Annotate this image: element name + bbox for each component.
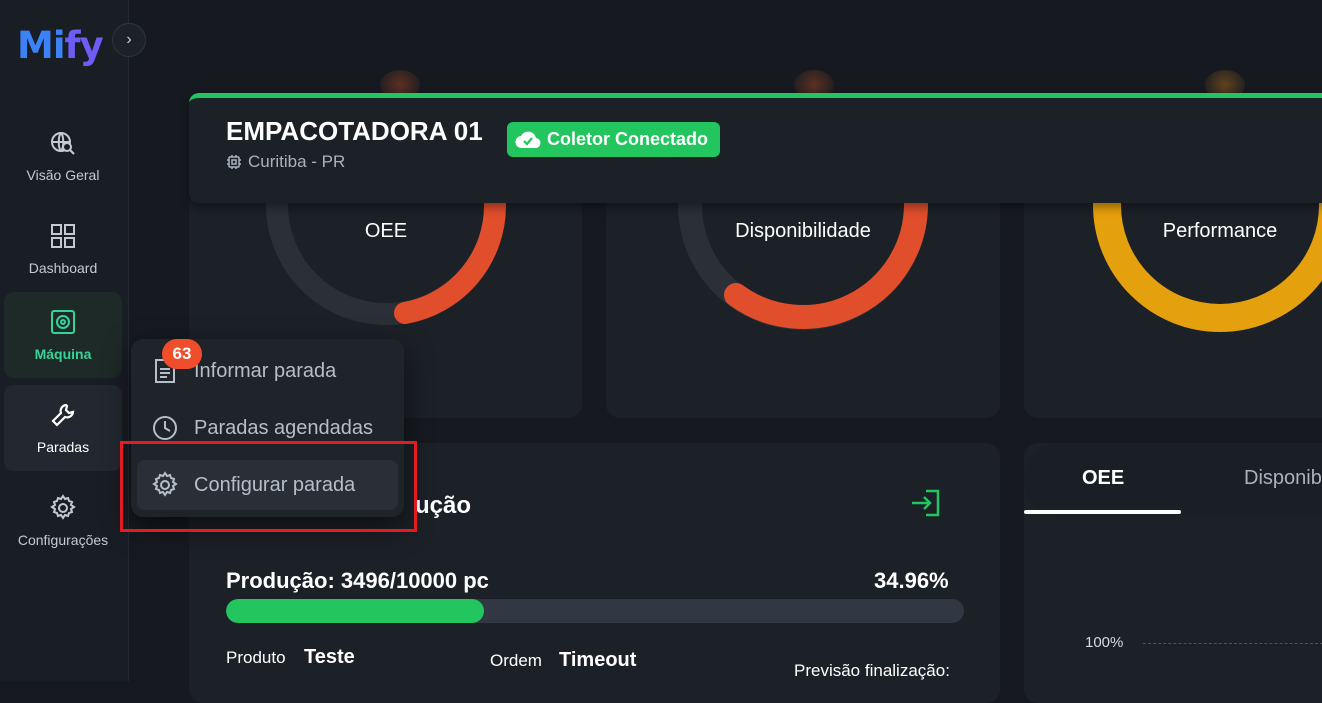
chip-icon: [227, 155, 241, 169]
top-area: [130, 0, 1322, 100]
grid-icon: [51, 224, 75, 248]
sidebar-item-label: Configurações: [17, 532, 109, 548]
globe-search-icon: [51, 132, 75, 155]
gauge-label-disponibilidade: Disponibilidade: [735, 220, 871, 242]
menu-item-label: Informar parada: [194, 359, 337, 382]
sidebar-item-label: Máquina: [34, 346, 92, 362]
y-gridline: [1143, 643, 1322, 644]
gauge-label-oee: OEE: [364, 220, 408, 242]
sidebar-item-label: Paradas: [36, 439, 90, 455]
sidebar-item-visao-geral[interactable]: Visão Geral: [4, 113, 122, 199]
mify-logo[interactable]: Mify: [17, 24, 104, 67]
status-text: Coletor Conectado: [547, 129, 709, 149]
status-badge: Coletor Conectado: [507, 122, 721, 157]
machine-name: EMPACOTADORA 01: [226, 116, 483, 146]
sidebar-item-paradas[interactable]: Paradas: [4, 385, 122, 471]
produto-label: Produto: [226, 648, 286, 667]
location-text: Curitiba - PR: [248, 152, 346, 171]
machine-header: EMPACOTADORA 01 Curitiba - PR Coletor Co…: [189, 93, 1322, 203]
ordem-value: Timeout: [559, 649, 637, 671]
production-progress-bar: [226, 599, 964, 623]
production-percent: 34.96%: [874, 568, 949, 593]
sidebar-item-label: Dashboard: [28, 260, 98, 276]
clock-icon: [153, 416, 177, 440]
gauge-label-performance: Performance: [1162, 220, 1278, 242]
produto-value: Teste: [304, 646, 355, 668]
highlight-annotation: [120, 441, 417, 532]
tab-oee[interactable]: OEE: [1082, 467, 1124, 490]
wrench-icon: [51, 403, 75, 427]
y-tick-label: 100%: [1085, 634, 1124, 651]
tab-disponibilidade[interactable]: Disponib: [1244, 467, 1322, 490]
sidebar-collapse-button[interactable]: ›: [112, 23, 146, 57]
chart-tabs: OEE Disponib: [1024, 443, 1322, 515]
production-progress-fill: [226, 599, 484, 623]
enter-icon[interactable]: [910, 488, 944, 518]
notification-badge: 63: [162, 339, 202, 369]
production-label: Produção: 3496/10000 pc: [226, 568, 489, 593]
sidebar-item-maquina[interactable]: Máquina: [4, 292, 122, 378]
sidebar-item-dashboard[interactable]: Dashboard: [4, 206, 122, 292]
gauge-card-disponibilidade: Disponibilidade: [606, 190, 1000, 418]
active-tab-indicator: [1024, 510, 1181, 514]
menu-item-label: Paradas agendadas: [194, 416, 374, 439]
sidebar-item-label: Visão Geral: [26, 167, 100, 183]
sidebar-item-configuracoes[interactable]: Configurações: [4, 478, 122, 564]
machine-location: Curitiba - PR: [226, 152, 345, 172]
ordem-label: Ordem: [490, 651, 542, 670]
gauge-card-performance: Performance: [1024, 190, 1322, 418]
production-card-title: ução: [415, 492, 472, 519]
chevron-right-icon: ›: [126, 31, 132, 48]
cloud-check-icon: [515, 131, 541, 148]
previsao-label: Previsão finalização:: [794, 661, 950, 680]
machine-icon: [51, 310, 75, 334]
sidebar: Mify Visão Geral Dashboard Máquina Parad…: [0, 0, 129, 681]
gear-icon: [50, 494, 76, 520]
